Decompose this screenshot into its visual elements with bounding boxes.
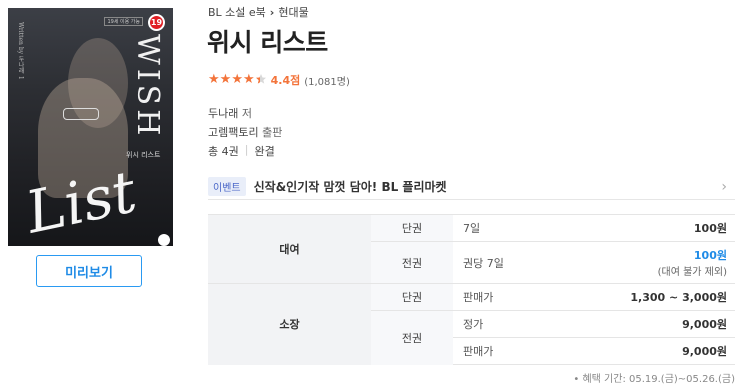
publisher-suffix: 출판 — [262, 126, 283, 139]
cover-glasses — [63, 108, 99, 120]
own-category: 소장 — [208, 283, 371, 365]
rating-score: 4.4점 — [270, 74, 301, 87]
preview-button[interactable]: 미리보기 — [36, 255, 142, 287]
breadcrumb-category[interactable]: BL 소설 e북 — [208, 4, 266, 20]
event-tag: 이벤트 — [208, 177, 246, 196]
rent-category: 대여 — [208, 214, 371, 284]
own-set-regular-label: 정가 — [453, 310, 546, 338]
star-rating: ★ ★ ★ ★ — [208, 73, 267, 88]
own-set-sub: 전권 — [371, 310, 453, 365]
divider: | — [244, 143, 249, 156]
publisher-line: 고렘팩토리 출판 — [208, 124, 282, 140]
publisher-name[interactable]: 고렘팩토리 — [208, 126, 259, 139]
star-icon: ★ — [231, 71, 243, 87]
author-line: 두나래 저 — [208, 105, 252, 121]
half-star-icon — [255, 73, 267, 88]
author-name[interactable]: 두나래 — [208, 107, 238, 120]
rent-set-sub: 전권 — [371, 241, 453, 284]
completion-status: 완결 — [254, 145, 275, 158]
star-icon: ★ — [242, 71, 255, 87]
volume-count: 총 4권 — [208, 145, 239, 158]
author-suffix: 저 — [241, 107, 252, 120]
cover-spine-text: Written by 두나래 1 — [17, 22, 24, 80]
rent-set-price-cell: 100원 (대여 불가 제외) — [545, 241, 735, 284]
volume-info: 총 4권 | 완결 — [208, 143, 275, 159]
chevron-right-icon: › — [269, 5, 275, 19]
cover-title-wish: WISH — [130, 34, 165, 140]
rent-single-label: 7일 — [453, 214, 546, 242]
chevron-right-icon: › — [721, 178, 727, 195]
cover-small-title: 위시 리스트 — [126, 151, 161, 159]
rent-single-price: 100원 — [545, 214, 735, 242]
rating-count[interactable]: (1,081명) — [304, 73, 350, 88]
own-set-sale-label: 판매가 — [453, 337, 546, 365]
book-cover[interactable]: 19세 이용 가능 19 Written by 두나래 1 WISH 위시 리스… — [8, 8, 173, 246]
own-single-label: 판매가 — [453, 283, 546, 311]
star-icon: ★ — [208, 71, 220, 87]
age-note: 19세 이용 가능 — [104, 17, 143, 26]
age-rating-badge: 19 — [148, 14, 165, 31]
event-banner[interactable]: 이벤트 신작&인기작 맘껏 담아! BL 플리마켓 › — [208, 174, 735, 200]
book-title: 위시 리스트 — [207, 28, 328, 57]
own-set-regular-price: 9,000원 — [545, 310, 735, 338]
event-text: 신작&인기작 맘껏 담아! BL 플리마켓 — [253, 180, 447, 194]
rating: ★ ★ ★ ★ 4.4점 (1,081명) — [208, 72, 350, 88]
breadcrumb: BL 소설 e북 › 현대물 — [208, 4, 309, 20]
rent-set-label: 권당 7일 — [453, 241, 546, 284]
star-icon: ★ — [219, 71, 232, 87]
own-set-sale-price: 9,000원 — [545, 337, 735, 365]
publisher-logo — [158, 234, 170, 246]
price-table: 대여 단권 7일 100원 전권 권당 7일 100원 (대여 불가 제외) 소… — [208, 214, 735, 365]
benefit-period: • 혜택 기간: 05.19.(금)~05.26.(금) — [573, 374, 735, 385]
own-single-sub: 단권 — [371, 283, 453, 311]
rent-single-sub: 단권 — [371, 214, 453, 242]
rent-set-note: (대여 불가 제외) — [657, 267, 727, 278]
own-single-price: 1,300 ~ 3,000원 — [545, 283, 735, 311]
breadcrumb-subcategory[interactable]: 현대물 — [278, 4, 308, 20]
rent-set-price: 100원 — [693, 249, 727, 262]
